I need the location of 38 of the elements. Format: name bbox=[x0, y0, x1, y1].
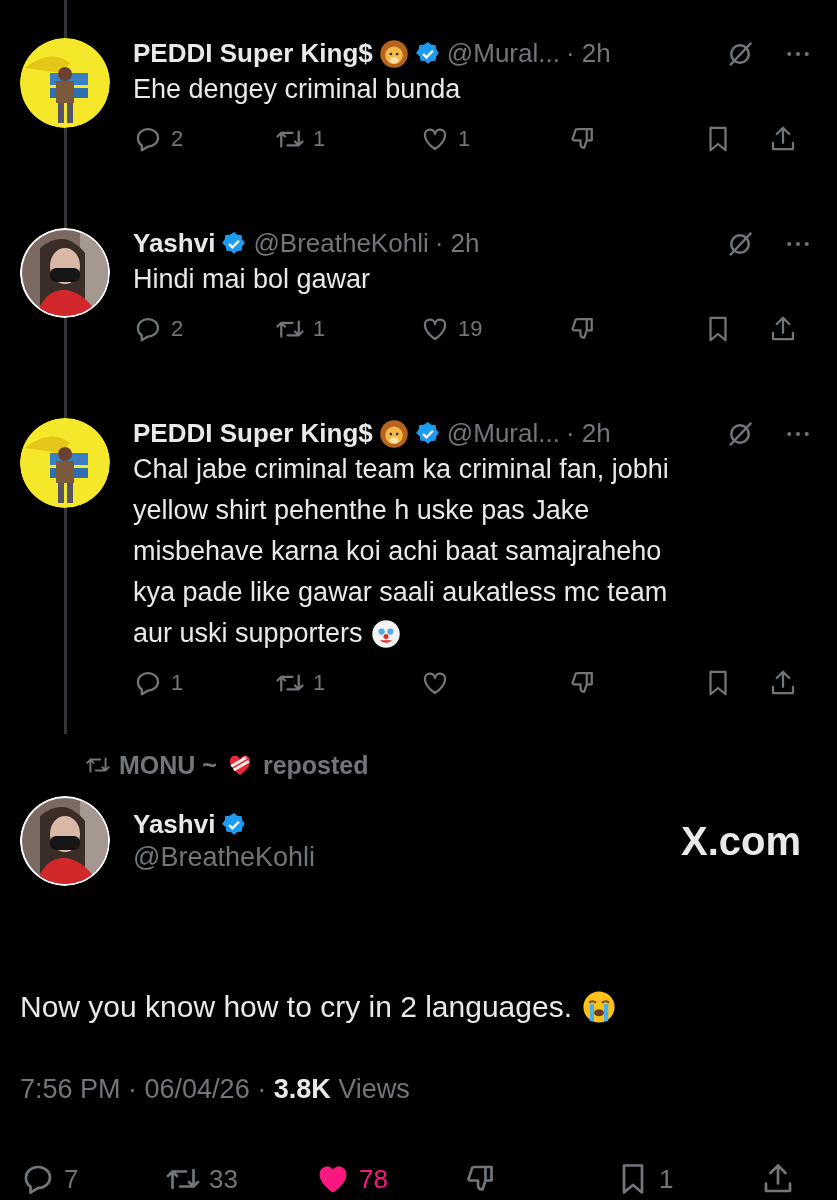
reposted-label: reposted bbox=[262, 750, 369, 780]
post-time: · 2h bbox=[434, 228, 480, 259]
post-text-line: Chal jabe criminal team ka criminal fan, jobhi bbox=[133, 453, 669, 486]
reposter-name[interactable]: MONU ~ bbox=[119, 750, 217, 780]
repost-count: 1 bbox=[313, 670, 326, 696]
reply-count: 7 bbox=[64, 1163, 79, 1195]
author-name[interactable]: PEDDI Super King$ bbox=[133, 418, 373, 449]
post-text: Now you know how to cry in 2 languages. bbox=[20, 990, 572, 1024]
bookmark-count: 1 bbox=[659, 1163, 674, 1195]
author-handle[interactable]: @Mural... bbox=[446, 418, 560, 449]
post-text-line: Ehe dengey criminal bunda bbox=[133, 73, 461, 106]
post-time: · 2h bbox=[565, 418, 611, 449]
post-time: · 2h bbox=[565, 38, 611, 69]
author-handle[interactable]: @BreatheKohli bbox=[133, 842, 681, 873]
author-name[interactable]: PEDDI Super King$ bbox=[133, 38, 373, 69]
lion-emoji-icon bbox=[378, 418, 409, 449]
crying-face-emoji-icon bbox=[581, 990, 616, 1024]
author-handle[interactable]: @BreatheKohli bbox=[253, 228, 429, 259]
post-text-line: kya pade like gawar saali aukatless mc team bbox=[133, 576, 668, 609]
like-count: 78 bbox=[359, 1163, 388, 1195]
author-name[interactable]: Yashvi bbox=[133, 809, 216, 840]
post-text-line: aur uski supporters bbox=[133, 617, 363, 650]
post-text-line: misbehave karna koi achi baat samajraheho bbox=[133, 535, 662, 568]
like-count: 1 bbox=[458, 126, 471, 152]
post-meta: 7:56 PM · 06/04/26 · 3.8K Views bbox=[20, 1074, 410, 1104]
reply-count: 2 bbox=[171, 126, 184, 152]
like-count: 19 bbox=[458, 316, 483, 342]
author-name[interactable]: Yashvi bbox=[133, 228, 216, 259]
post-text-line: yellow shirt pehenthe h uske pas Jake bbox=[133, 494, 590, 527]
repost-count: 33 bbox=[209, 1163, 238, 1195]
reply-count: 1 bbox=[171, 670, 184, 696]
author-handle[interactable]: @Mural... bbox=[446, 38, 560, 69]
reply-count: 2 bbox=[171, 316, 184, 342]
repost-count: 1 bbox=[313, 126, 326, 152]
post-text-line: Hindi mai bol gawar bbox=[133, 263, 371, 296]
repost-count: 1 bbox=[313, 316, 326, 342]
lion-emoji-icon bbox=[378, 38, 409, 69]
site-watermark-text: X.com bbox=[680, 818, 801, 864]
